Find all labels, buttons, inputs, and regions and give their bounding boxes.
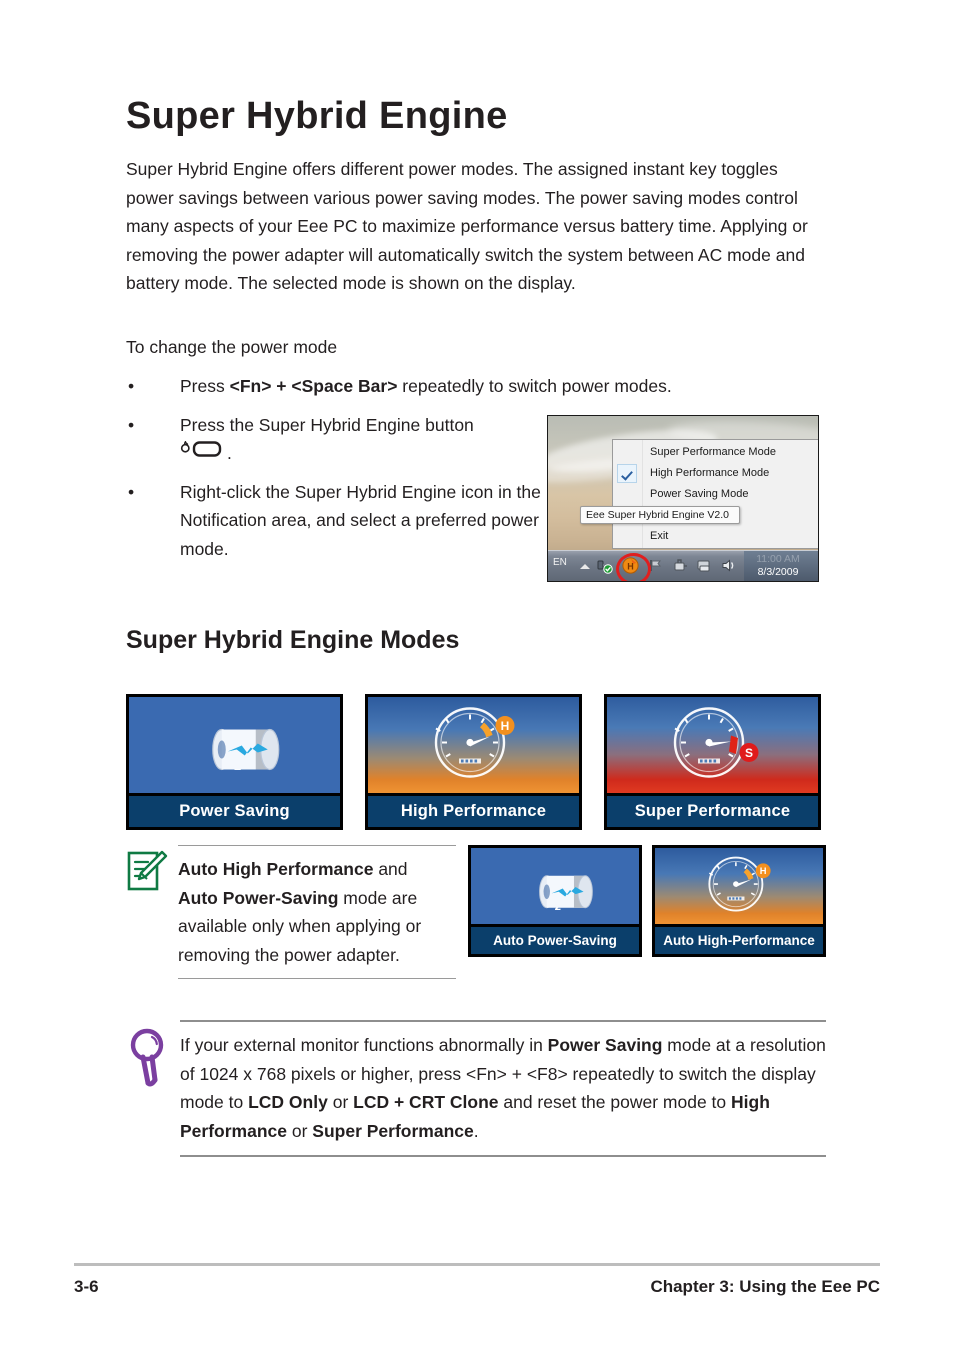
auto-mode-tiles: zz Auto Power-Saving <box>468 845 826 957</box>
clock-date: 8/3/2009 <box>757 566 799 578</box>
tip-b3: LCD + CRT Clone <box>353 1092 499 1112</box>
tip-p3: or <box>327 1092 354 1112</box>
tip-text: If your external monitor functions abnor… <box>180 1031 826 1145</box>
tip-callout: If your external monitor functions abnor… <box>126 1020 826 1157</box>
tip-b1: Power Saving <box>547 1035 663 1055</box>
mode-tile-auto-high-performance: H Auto High-Performance <box>652 845 826 957</box>
speedometer-icon: H <box>697 848 781 924</box>
show-hidden-icons-arrow-icon[interactable] <box>580 564 590 569</box>
mode-caption: Auto High-Performance <box>655 924 823 954</box>
mode-caption: Power Saving <box>129 793 340 827</box>
mode-art-high-performance: H <box>368 697 579 793</box>
highlight-circle-annotation <box>616 553 651 581</box>
super-hybrid-engine-key-icon <box>180 441 226 461</box>
tip-p5: or <box>287 1120 313 1141</box>
menu-items: Super Performance Mode High Performance … <box>643 440 818 548</box>
bullet-1-pre: Press <box>180 376 230 396</box>
mode-art-super-performance: S <box>607 697 818 793</box>
svg-text:S: S <box>744 746 752 760</box>
bullet-list: • Press <Fn> + <Space Bar> repeatedly to… <box>126 372 672 573</box>
mode-caption: Super Performance <box>607 793 818 827</box>
footer-divider <box>74 1263 880 1266</box>
menu-item-exit[interactable]: Exit <box>643 526 818 547</box>
mode-tiles: zz Power Saving <box>126 694 826 830</box>
safely-remove-hardware-icon[interactable] <box>672 557 689 574</box>
menu-check-gutter <box>613 440 643 548</box>
battery-icon <box>528 865 606 919</box>
volume-icon[interactable] <box>720 557 737 574</box>
menu-item-high-performance-mode[interactable]: High Performance Mode <box>643 463 818 484</box>
speedometer-icon: H <box>420 697 528 793</box>
bullet-marker: • <box>128 414 135 435</box>
note-bold-2: Auto Power-Saving <box>178 887 339 908</box>
mode-caption: Auto Power-Saving <box>471 924 639 954</box>
note-icon <box>126 850 168 892</box>
menu-item-power-saving-mode[interactable]: Power Saving Mode <box>643 484 818 505</box>
mode-art-power-saving: zz <box>129 697 340 793</box>
super-hybrid-engine-context-menu[interactable]: Super Performance Mode High Performance … <box>612 439 818 549</box>
bullet-3-text: Right-click the Super Hybrid Engine icon… <box>180 481 541 559</box>
bullet-item-2: • Press the Super Hybrid Engine button . <box>126 411 546 468</box>
tray-tooltip: Eee Super Hybrid Engine V2.0 <box>580 506 740 524</box>
mode-tile-super-performance: S Super Performance <box>604 694 821 830</box>
tip-bottom-rule <box>180 1155 826 1157</box>
note-bottom-rule <box>178 978 456 979</box>
intro-paragraph: Super Hybrid Engine offers different pow… <box>126 159 808 293</box>
mode-tile-power-saving: zz Power Saving <box>126 694 343 830</box>
display-icon[interactable] <box>696 557 713 574</box>
mode-art-auto-power-saving: zz <box>471 848 639 924</box>
mode-caption: High Performance <box>368 793 579 827</box>
bullet-1-post: repeatedly to switch power modes. <box>397 376 672 396</box>
language-indicator[interactable]: EN <box>553 557 567 568</box>
svg-text:H: H <box>760 866 767 876</box>
footer-chapter: Chapter 3: Using the Eee PC <box>650 1277 880 1296</box>
tip-p6: . <box>473 1120 479 1141</box>
mode-art-auto-high-performance: H <box>655 848 823 924</box>
bullet-2-period: . <box>227 443 232 463</box>
network-icon[interactable] <box>596 557 613 574</box>
bullet-2-text: Press the Super Hybrid Engine button <box>180 414 474 435</box>
section-heading-modes: Super Hybrid Engine Modes <box>126 626 460 654</box>
taskbar-clock[interactable]: 11:00 AM 8/3/2009 <box>743 553 813 579</box>
speedometer-icon: S <box>659 697 767 793</box>
bullet-item-3: • Right-click the Super Hybrid Engine ic… <box>126 478 546 564</box>
note-mid-1: and <box>373 859 408 879</box>
footer-page-number: 3-6 <box>74 1277 99 1296</box>
tip-p1: If your external monitor functions abnor… <box>180 1035 548 1055</box>
note-text: Auto High Performance and Auto Power-Sav… <box>178 855 450 969</box>
windows-taskbar: EN H 11:00 AM 8/3/2009 <box>548 550 818 581</box>
mode-tile-high-performance: H High Performance <box>365 694 582 830</box>
note-bold-1: Auto High Performance <box>178 859 374 879</box>
battery-icon <box>197 716 295 783</box>
tip-p4: and reset the power mode to <box>498 1092 731 1112</box>
bullet-1-keys: <Fn> + <Space Bar> <box>229 376 398 396</box>
tip-b5: Super Performance <box>312 1120 474 1141</box>
tip-b2: LCD Only <box>248 1092 328 1112</box>
svg-text:H: H <box>500 719 509 733</box>
check-icon <box>617 464 637 483</box>
bullet-item-1: • Press <Fn> + <Space Bar> repeatedly to… <box>126 372 880 401</box>
lead-text: To change the power mode <box>126 337 338 357</box>
magnifier-icon <box>128 1026 174 1088</box>
page-title: Super Hybrid Engine <box>126 95 508 137</box>
notification-area-screenshot: Super Performance Mode High Performance … <box>547 415 819 582</box>
note-callout: Auto High Performance and Auto Power-Sav… <box>126 845 456 979</box>
menu-item-super-performance-mode[interactable]: Super Performance Mode <box>643 442 818 463</box>
bullet-marker: • <box>128 481 135 502</box>
document-page: Super Hybrid Engine Super Hybrid Engine … <box>0 0 954 1357</box>
mode-tile-auto-power-saving: zz Auto Power-Saving <box>468 845 642 957</box>
clock-time: 11:00 AM <box>756 553 800 565</box>
bullet-marker: • <box>128 376 135 396</box>
